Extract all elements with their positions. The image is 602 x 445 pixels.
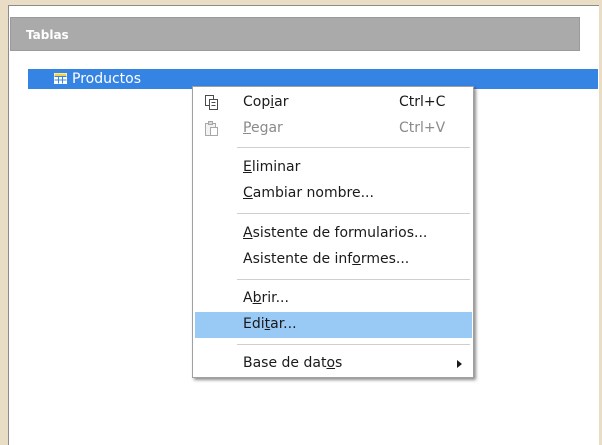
menu-item-copy[interactable]: Copiar Ctrl+C: [195, 90, 472, 116]
context-menu: Copiar Ctrl+C Pegar Ctrl+V Eliminar Camb…: [192, 86, 474, 378]
menu-item-label: Eliminar: [243, 159, 301, 175]
menu-item-shortcut: Ctrl+C: [399, 94, 446, 110]
menu-item-open[interactable]: Abrir...: [195, 286, 472, 312]
menu-separator: [237, 213, 470, 214]
menu-item-edit[interactable]: Editar...: [195, 312, 472, 338]
tables-panel-header: Tablas: [10, 17, 580, 51]
menu-item-form-wizard[interactable]: Asistente de formularios...: [195, 221, 472, 247]
menu-separator: [237, 147, 470, 148]
menu-item-paste[interactable]: Pegar Ctrl+V: [195, 116, 472, 142]
submenu-arrow-icon: [457, 360, 462, 368]
menu-item-label: Pegar: [243, 120, 283, 136]
table-icon: [54, 73, 67, 84]
panel-title: Tablas: [26, 28, 69, 42]
menu-item-report-wizard[interactable]: Asistente de informes...: [195, 247, 472, 273]
paste-icon: [205, 121, 218, 136]
menu-item-label: Cambiar nombre...: [243, 185, 374, 201]
table-label: Productos: [72, 71, 142, 87]
menu-item-label: Asistente de formularios...: [243, 225, 428, 241]
menu-separator: [237, 344, 470, 345]
menu-item-label: Asistente de informes...: [243, 251, 410, 267]
menu-item-delete[interactable]: Eliminar: [195, 155, 472, 181]
menu-item-database[interactable]: Base de datos: [195, 351, 472, 377]
menu-item-label: Abrir...: [243, 290, 289, 306]
menu-item-label: Copiar: [243, 94, 289, 110]
menu-item-label: Base de datos: [243, 355, 343, 371]
menu-item-rename[interactable]: Cambiar nombre...: [195, 181, 472, 207]
menu-item-label: Editar...: [243, 316, 297, 332]
copy-icon: [205, 95, 218, 110]
menu-item-shortcut: Ctrl+V: [399, 120, 446, 136]
menu-separator: [237, 279, 470, 280]
